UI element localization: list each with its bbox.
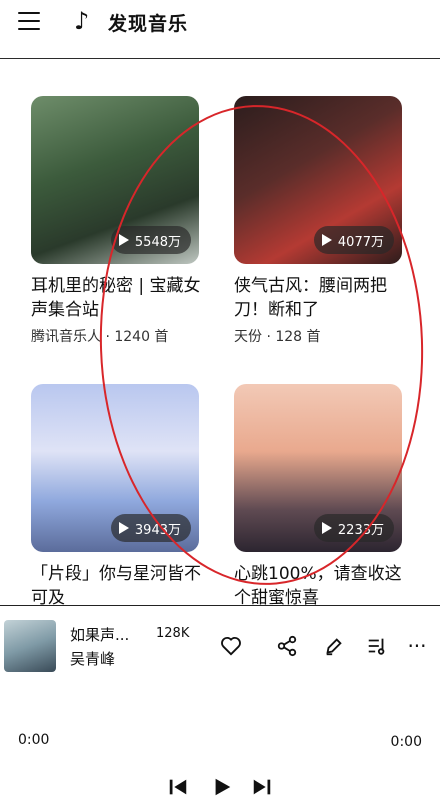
play-count: 128K <box>156 626 190 641</box>
playlist-card[interactable]: 4077万 侠气古风：腰间两把刀！断和了 天份 · 128 首 <box>234 96 402 346</box>
playlist-meta: 腾讯音乐人 · 1240 首 <box>31 329 169 345</box>
play-count: 2233万 <box>337 522 384 538</box>
playlist-title[interactable]: 侠气古风：腰间两把刀！断和了 <box>234 274 404 322</box>
mini-player: 如果声... 128K 吴青峰 ··· 0:00 0:00 <box>0 606 440 806</box>
page-title: 发现音乐 <box>108 13 189 35</box>
play-count-badge[interactable]: 2233万 <box>313 514 394 542</box>
play-icon <box>118 522 129 534</box>
playlist-card[interactable]: 2233万 心跳100%，请查收这个甜蜜惊喜 <box>234 384 402 610</box>
play-count-badge[interactable]: 3943万 <box>110 514 191 542</box>
playlist-cover[interactable]: 4077万 <box>234 96 402 264</box>
play-count: 5548万 <box>134 234 181 250</box>
pen-icon[interactable] <box>322 634 346 658</box>
current-time: 0:00 <box>18 732 50 748</box>
playlist-card[interactable]: 5548万 耳机里的秘密 | 宝藏女声集合站 腾讯音乐人 · 1240 首 <box>31 96 201 346</box>
playlist-cover[interactable]: 3943万 <box>31 384 199 552</box>
music-note-icon: ♪ <box>74 7 90 35</box>
play-count: 3943万 <box>134 522 181 538</box>
album-art[interactable] <box>4 620 56 672</box>
playlist-meta: 天份 · 128 首 <box>234 329 321 345</box>
app-header: ♪ 发现音乐 <box>0 0 440 44</box>
play-icon <box>118 234 129 246</box>
playlist-icon[interactable] <box>365 634 389 658</box>
playlist-cover[interactable]: 2233万 <box>234 384 402 552</box>
playlist-title[interactable]: 心跳100%，请查收这个甜蜜惊喜 <box>234 562 404 610</box>
playlist-title[interactable]: 耳机里的秘密 | 宝藏女声集合站 <box>31 274 201 322</box>
play-icon <box>321 522 332 534</box>
more-icon[interactable]: ··· <box>405 634 429 658</box>
play-count-badge[interactable]: 4077万 <box>313 226 394 254</box>
artist-name[interactable]: 吴青峰 <box>70 648 115 669</box>
play-count: 4077万 <box>337 234 384 250</box>
play-count-badge[interactable]: 5548万 <box>110 226 191 254</box>
next-icon[interactable] <box>251 776 273 798</box>
heart-icon[interactable] <box>219 634 243 658</box>
playlist-card[interactable]: 3943万 「片段」你与星河皆不可及 <box>31 384 201 610</box>
prev-icon[interactable] <box>167 776 189 798</box>
header-divider <box>0 58 440 59</box>
song-title[interactable]: 如果声... <box>70 624 129 645</box>
play-icon <box>321 234 332 246</box>
play-icon[interactable] <box>211 776 233 798</box>
playlist-cover[interactable]: 5548万 <box>31 96 199 264</box>
hamburger-menu-icon[interactable] <box>18 12 40 30</box>
playlist-title[interactable]: 「片段」你与星河皆不可及 <box>31 562 201 610</box>
total-time: 0:00 <box>390 734 422 750</box>
share-icon[interactable] <box>275 634 299 658</box>
